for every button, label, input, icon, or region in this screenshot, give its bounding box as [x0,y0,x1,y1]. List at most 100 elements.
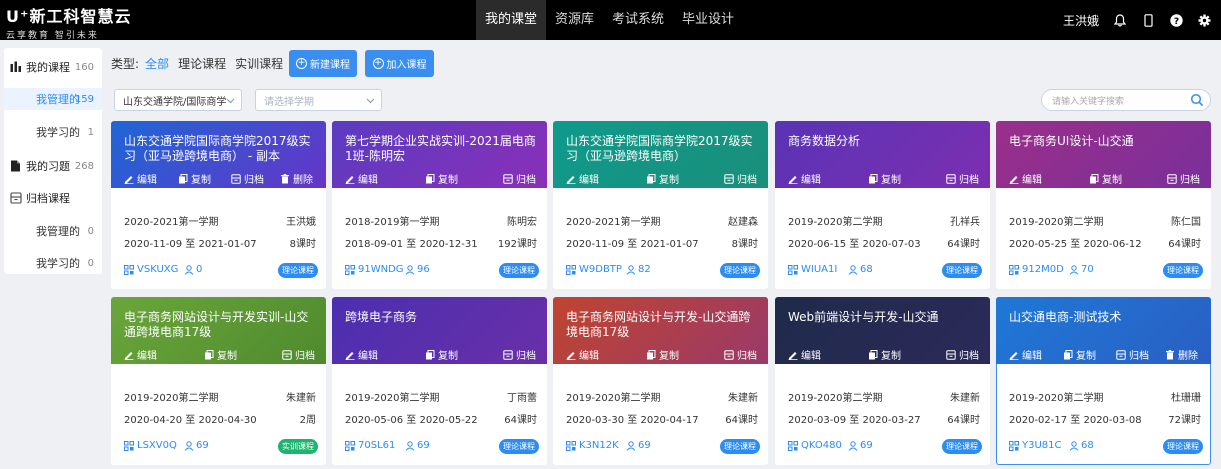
copy-button[interactable]: 复制 [425,171,458,186]
course-card-header[interactable]: 山交通电商-测试技术 编辑 复制 归档 删除 [996,297,1211,364]
course-card-header[interactable]: 电子商务UI设计-山交通 编辑 复制 归档 [996,121,1211,188]
archive-button[interactable]: 归档 [946,171,979,186]
course-title[interactable]: Web前端设计与开发-山交通 [788,310,983,325]
copy-button[interactable]: 复制 [646,171,679,186]
copy-button[interactable]: 复制 [178,171,211,186]
course-title[interactable]: 第七学期企业实战实训-2021届电商1班-陈明宏 [345,134,540,164]
course-title[interactable]: 山东交通学院国际商学院2017级实习（亚马逊跨境电商） [566,134,761,164]
search-input[interactable]: 请输入关键字搜索 [1041,89,1211,111]
course-title[interactable]: 商务数据分析 [788,134,983,149]
sidebar-item-my-exercises[interactable]: 我的习题 268 [4,155,102,177]
archive-button[interactable]: 归档 [1116,347,1149,362]
course-code[interactable]: QKO480 [788,440,842,451]
search-icon[interactable] [1190,93,1204,107]
course-card-header[interactable]: 山东交通学院国际商学院2017级实习（亚马逊跨境电商） - 副本编辑 复制 归档 删除 [111,121,326,188]
course-title[interactable]: 山交通电商-测试技术 [1009,310,1204,325]
course-code[interactable]: 91WNDG [345,264,404,275]
username[interactable]: 王洪娥 [1063,12,1099,29]
course-card[interactable]: 第七学期企业实战实训-2021届电商1班-陈明宏 编辑 复制 归档 2018-2019第… [332,121,547,289]
gear-icon[interactable] [1197,13,1211,27]
archive-button[interactable]: 归档 [503,347,536,362]
nav-my-classroom[interactable]: 我的课堂 [476,0,547,40]
edit-button[interactable]: 编辑 [345,347,378,362]
course-code[interactable]: K3N12K [566,440,619,451]
archive-button[interactable]: 归档 [724,347,757,362]
delete-button[interactable]: 删除 [280,171,313,186]
course-card[interactable]: 山东交通学院国际商学院2017级实习（亚马逊跨境电商） - 副本编辑 复制 归档 删除… [111,121,326,289]
help-icon[interactable]: ? [1169,13,1183,27]
filter-theory[interactable]: 理论课程 [178,55,226,72]
course-code[interactable]: LSXV0Q [124,440,177,451]
nav-resource-library[interactable]: 资源库 [546,0,603,40]
course-title[interactable]: 跨境电子商务 [345,310,540,325]
copy-button[interactable]: 复制 [1063,347,1096,362]
course-card[interactable]: 电子商务UI设计-山交通 编辑 复制 归档 2019-2020第二学期 陈仁国 2020-0… [996,121,1211,289]
sidebar-item-my-courses[interactable]: 我的课程 160 [4,56,102,78]
course-title[interactable]: 电子商务网站设计与开发-山交通跨境电商17级 [566,310,761,340]
copy-button[interactable]: 复制 [868,171,901,186]
edit-button[interactable]: 编辑 [124,171,157,186]
student-count: 0 [184,264,202,275]
archive-button[interactable]: 归档 [724,171,757,186]
course-code[interactable]: 912M0D [1009,264,1064,275]
course-code[interactable]: W9DBTP [566,264,622,275]
course-card-header[interactable]: 商务数据分析 编辑 复制 归档 [775,121,990,188]
copy-button[interactable]: 复制 [646,347,679,362]
filter-practice[interactable]: 实训课程 [235,55,283,72]
archive-button[interactable]: 归档 [282,347,315,362]
course-card[interactable]: 跨境电子商务 编辑 复制 归档 2019-2020第二学期 丁雨蕾 2020-05-06 至… [332,297,547,465]
copy-button[interactable]: 复制 [868,347,901,362]
sidebar-item-archived-managed[interactable]: 我管理的 0 [4,220,102,242]
edit-button[interactable]: 编辑 [788,171,821,186]
edit-button[interactable]: 编辑 [1009,347,1042,362]
edit-button[interactable]: 编辑 [566,171,599,186]
archive-button[interactable]: 归档 [231,171,264,186]
join-course-button[interactable]: + 加入课程 [365,50,434,77]
course-title[interactable]: 电子商务UI设计-山交通 [1009,134,1204,149]
course-card[interactable]: 商务数据分析 编辑 复制 归档 2019-2020第二学期 孔祥兵 2020-06-15 至… [775,121,990,289]
course-card-header[interactable]: 山东交通学院国际商学院2017级实习（亚马逊跨境电商） 编辑 复制 归档 [553,121,768,188]
edit-button[interactable]: 编辑 [1009,171,1042,186]
course-card-header[interactable]: 跨境电子商务 编辑 复制 归档 [332,297,547,364]
sidebar-item-archived-learning[interactable]: 我学习的 0 [4,252,102,274]
logo[interactable]: U⁺新工科智慧云 云享教育 智引未来 [6,3,131,41]
course-title[interactable]: 山东交通学院国际商学院2017级实习（亚马逊跨境电商） - 副本 [124,134,319,164]
course-card-header[interactable]: 第七学期企业实战实训-2021届电商1班-陈明宏编辑 复制 归档 [332,121,547,188]
archive-button[interactable]: 归档 [946,347,979,362]
course-title[interactable]: 电子商务网站设计与开发实训-山交通跨境电商17级 [124,310,319,340]
course-card[interactable]: 山东交通学院国际商学院2017级实习（亚马逊跨境电商） 编辑 复制 归档 2020-20… [553,121,768,289]
new-course-button[interactable]: + 新建课程 [289,50,357,77]
course-card[interactable]: 电子商务网站设计与开发-山交通跨境电商17级 编辑 复制 归档 2019-2020第二学… [553,297,768,465]
copy-button[interactable]: 复制 [425,347,458,362]
school-select[interactable]: 山东交通学院/国际商学院 [114,89,242,111]
delete-button[interactable]: 删除 [1165,347,1198,362]
archive-button[interactable]: 归档 [1167,171,1200,186]
edit-button[interactable]: 编辑 [566,347,599,362]
course-code[interactable]: 70SL61 [345,440,395,451]
copy-button[interactable]: 复制 [1089,171,1122,186]
edit-button[interactable]: 编辑 [345,171,378,186]
course-card-header[interactable]: 电子商务网站设计与开发实训-山交通跨境电商17级编辑 复制 归档 [111,297,326,364]
semester-select[interactable]: 请选择学期 [255,89,382,111]
nav-graduation-design[interactable]: 毕业设计 [673,0,743,40]
sidebar-item-managed[interactable]: 我管理的 159 [4,88,102,110]
course-code[interactable]: Y3U81C [1009,440,1062,451]
sidebar-item-archived[interactable]: 归档课程 [4,187,102,209]
course-card[interactable]: 山交通电商-测试技术 编辑 复制 归档 删除 2019-2020第二学期 杜珊珊 2020-0… [996,297,1211,465]
course-card-header[interactable]: 电子商务网站设计与开发-山交通跨境电商17级编辑 复制 归档 [553,297,768,364]
course-card[interactable]: Web前端设计与开发-山交通 编辑 复制 归档 2019-2020第二学期 朱建新 2020… [775,297,990,465]
course-card-header[interactable]: Web前端设计与开发-山交通 编辑 复制 归档 [775,297,990,364]
edit-button[interactable]: 编辑 [788,347,821,362]
edit-button[interactable]: 编辑 [124,347,157,362]
copy-button[interactable]: 复制 [204,347,237,362]
phone-icon[interactable] [1141,13,1155,27]
qr-code-icon [566,264,576,275]
course-code[interactable]: WIUA1I [788,264,837,275]
nav-exam-system[interactable]: 考试系统 [603,0,673,40]
bell-icon[interactable] [1113,13,1127,27]
sidebar-item-learning[interactable]: 我学习的 1 [4,121,102,143]
course-card[interactable]: 电子商务网站设计与开发实训-山交通跨境电商17级 编辑 复制 归档 2019-2020第… [111,297,326,465]
filter-all[interactable]: 全部 [145,55,169,72]
archive-button[interactable]: 归档 [503,171,536,186]
course-code[interactable]: VSKUXG [124,264,178,275]
